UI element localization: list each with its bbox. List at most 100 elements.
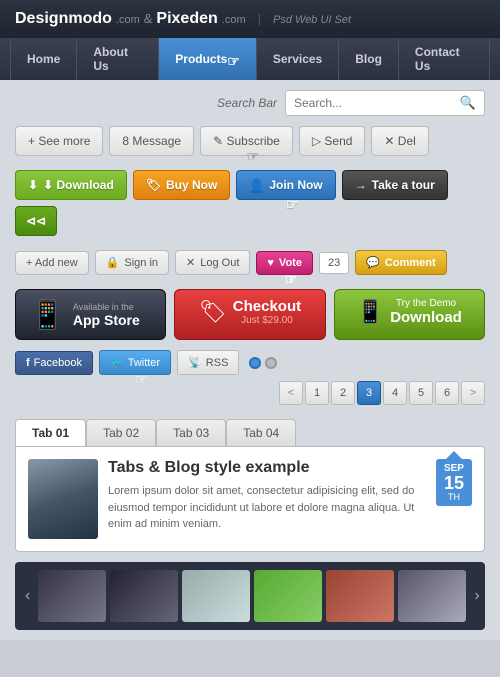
rss-button[interactable]: 📡 RSS xyxy=(177,350,239,375)
search-input[interactable] xyxy=(294,96,460,110)
cursor-icon-join: ☞ xyxy=(286,196,299,213)
twitter-button[interactable]: 🐦 Twitter ☞ xyxy=(99,350,171,375)
tab-text-block: Tabs & Blog style example Lorem ipsum do… xyxy=(108,459,426,533)
radio-1[interactable] xyxy=(249,357,261,369)
thumbnail-4[interactable] xyxy=(254,570,322,622)
nav-about[interactable]: About Us xyxy=(77,38,159,80)
cursor-icon-twitter: ☞ xyxy=(135,371,148,388)
radio-group xyxy=(249,357,277,369)
tab-date: SEP 15 TH xyxy=(436,459,472,506)
nav-contact[interactable]: Contact Us xyxy=(399,38,490,80)
search-label: Search Bar xyxy=(217,96,277,110)
appstore-button[interactable]: 📱 Available in the App Store xyxy=(15,289,166,340)
tag-icon-checkout: 🏷 xyxy=(199,299,227,325)
tab-02[interactable]: Tab 02 xyxy=(86,419,156,446)
social-row: f Facebook 🐦 Twitter ☞ 📡 RSS < 1 2 3 4 5… xyxy=(15,350,485,405)
btn-row-3: + Add new 🔒 Sign in ✕ Log Out ♥ Vote ☞ 2… xyxy=(15,250,485,275)
tab-04[interactable]: Tab 04 xyxy=(226,419,296,446)
add-new-label: + Add new xyxy=(26,257,78,269)
share-button[interactable]: ⊲⊲ xyxy=(15,206,57,236)
share-icon: ⊲⊲ xyxy=(26,214,46,228)
btn-row-2: ⬇ ⬇ Download 🏷 Buy Now 👤 Join Now ☞ → Ta… xyxy=(15,170,485,236)
appstore-big: App Store xyxy=(73,312,140,328)
brand1-com: .com xyxy=(116,14,140,26)
thumbnail-3[interactable] xyxy=(182,570,250,622)
demo-big: Download xyxy=(390,309,462,326)
brand: Designmodo .com & Pixeden .com | Psd Web… xyxy=(15,10,351,28)
checkout-button[interactable]: 🏷 Checkout Just $29.00 xyxy=(174,289,325,340)
tab-01[interactable]: Tab 01 xyxy=(15,419,86,446)
thumbnail-strip: ‹ › xyxy=(15,562,485,630)
download-button[interactable]: ⬇ ⬇ Download xyxy=(15,170,127,200)
thumbnail-1[interactable] xyxy=(38,570,106,622)
download-icon: ⬇ xyxy=(28,178,38,192)
add-new-button[interactable]: + Add new xyxy=(15,251,89,275)
prev-thumb-button[interactable]: ‹ xyxy=(21,587,34,605)
btn-row-1: + See more 8 Message ✎ Subscribe ☞ ▷ Sen… xyxy=(15,126,485,156)
nav-blog[interactable]: Blog xyxy=(339,38,399,80)
join-now-button[interactable]: 👤 Join Now ☞ xyxy=(236,170,335,200)
take-tour-label: Take a tour xyxy=(372,178,435,192)
phone-icon-demo: 📱 xyxy=(357,299,384,325)
send-button[interactable]: ▷ Send xyxy=(299,126,366,156)
vote-button[interactable]: ♥ Vote ☞ xyxy=(256,251,313,275)
tab-image-visual xyxy=(28,459,98,539)
del-label: ✕ Del xyxy=(384,134,415,148)
page-5-button[interactable]: 5 xyxy=(409,381,433,405)
del-button[interactable]: ✕ Del xyxy=(371,126,428,156)
subscribe-button[interactable]: ✎ Subscribe ☞ xyxy=(200,126,293,156)
twitter-icon: 🐦 xyxy=(110,356,124,369)
buy-now-label: Buy Now xyxy=(166,178,217,192)
cursor-icon-subscribe: ☞ xyxy=(246,148,259,165)
tab-03[interactable]: Tab 03 xyxy=(156,419,226,446)
thumbnail-6[interactable] xyxy=(398,570,466,622)
user-icon: 👤 xyxy=(249,178,264,192)
tab-body: Lorem ipsum dolor sit amet, consectetur … xyxy=(108,483,426,533)
search-icon[interactable]: 🔍 xyxy=(460,95,476,111)
checkout-big: Checkout xyxy=(233,298,301,315)
main-content: Search Bar 🔍 + See more 8 Message ✎ Subs… xyxy=(0,80,500,640)
comment-button[interactable]: 💬 Comment xyxy=(355,250,446,275)
comment-icon: 💬 xyxy=(366,256,380,269)
nav-home[interactable]: Home xyxy=(10,38,77,80)
header: Designmodo .com & Pixeden .com | Psd Web… xyxy=(0,0,500,38)
tab-title: Tabs & Blog style example xyxy=(108,459,426,477)
nav-products[interactable]: Products ☞ xyxy=(159,38,257,80)
tab-image xyxy=(28,459,98,539)
message-button[interactable]: 8 Message xyxy=(109,126,194,156)
radio-2[interactable] xyxy=(265,357,277,369)
see-more-label: + See more xyxy=(28,134,90,148)
next-thumb-button[interactable]: › xyxy=(470,587,483,605)
search-row: Search Bar 🔍 xyxy=(15,90,485,116)
page-2-button[interactable]: 2 xyxy=(331,381,355,405)
cursor-icon: ☞ xyxy=(227,53,240,70)
take-tour-button[interactable]: → Take a tour xyxy=(342,170,448,200)
thumbnail-5[interactable] xyxy=(326,570,394,622)
try-demo-button[interactable]: 📱 Try the Demo Download xyxy=(334,289,485,340)
vote-count: 23 xyxy=(319,252,349,274)
log-out-button[interactable]: ✕ Log Out xyxy=(175,250,250,275)
nav-services[interactable]: Services xyxy=(257,38,339,80)
see-more-button[interactable]: + See more xyxy=(15,126,103,156)
big-action-buttons: 📱 Available in the App Store 🏷 Checkout … xyxy=(15,289,485,340)
sign-in-label: Sign in xyxy=(124,257,158,269)
thumbnail-2[interactable] xyxy=(110,570,178,622)
sign-in-button[interactable]: 🔒 Sign in xyxy=(95,250,169,275)
tabs-header: Tab 01 Tab 02 Tab 03 Tab 04 xyxy=(15,419,485,446)
page-3-button[interactable]: 3 xyxy=(357,381,381,405)
date-day: 15 xyxy=(444,474,464,492)
brand2-com: .com xyxy=(222,14,246,26)
buy-now-button[interactable]: 🏷 Buy Now xyxy=(133,170,231,200)
prev-page-button[interactable]: < xyxy=(279,381,303,405)
nav: Home About Us Products ☞ Services Blog C… xyxy=(0,38,500,80)
rss-label: RSS xyxy=(206,357,229,369)
page-1-button[interactable]: 1 xyxy=(305,381,329,405)
date-suffix: TH xyxy=(448,492,460,502)
next-page-button[interactable]: > xyxy=(461,381,485,405)
facebook-label: Facebook xyxy=(34,357,82,369)
facebook-icon: f xyxy=(26,357,30,369)
page-4-button[interactable]: 4 xyxy=(383,381,407,405)
subscribe-label: ✎ Subscribe xyxy=(213,134,280,148)
facebook-button[interactable]: f Facebook xyxy=(15,351,93,375)
page-6-button[interactable]: 6 xyxy=(435,381,459,405)
